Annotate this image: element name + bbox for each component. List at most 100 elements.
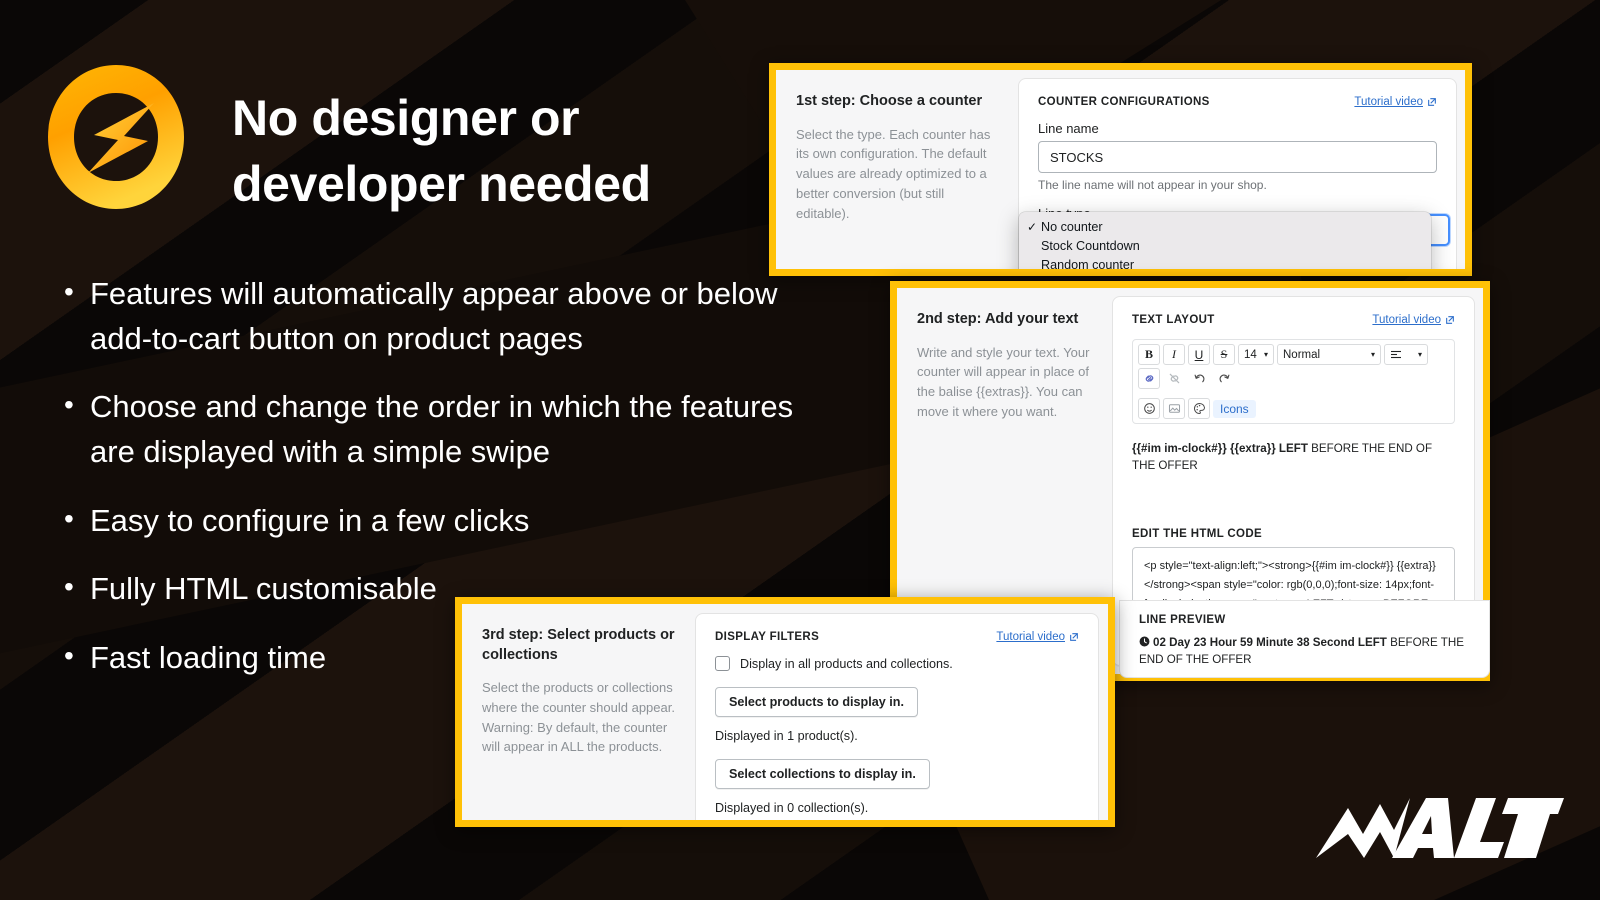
tutorial-link-text: Tutorial video: [1354, 96, 1423, 108]
dropdown-option-label: No counter: [1041, 219, 1103, 234]
preview-bold-text: 02 Day 23 Hour 59 Minute 38 Second LEFT: [1153, 636, 1387, 649]
bullet-marker: •: [64, 571, 74, 603]
step3-title: 3rd step: Select products or collections: [482, 627, 675, 663]
line-name-value: STOCKS: [1050, 149, 1104, 165]
headline-line-1: No designer or: [232, 90, 580, 146]
dropdown-option-random-counter[interactable]: Random counter: [1019, 255, 1431, 270]
counter-configurations-card: COUNTER CONFIGURATIONS Tutorial video Li…: [1018, 78, 1457, 269]
editor-bold-text: {{#im im-clock#}} {{extra}} LEFT: [1132, 442, 1308, 455]
display-filters-card: DISPLAY FILTERS Tutorial video Display i…: [695, 613, 1099, 820]
chevron-down-icon: ▾: [1370, 350, 1375, 359]
toolbar-row-break: [1138, 392, 1449, 395]
step1-panel: 1st step: Choose a counter Select the ty…: [769, 63, 1472, 276]
link-icon: [1145, 375, 1153, 382]
edit-html-label: EDIT THE HTML CODE: [1132, 528, 1263, 540]
text-layout-label: TEXT LAYOUT: [1132, 314, 1215, 326]
products-count-text: Displayed in 1 product(s).: [715, 729, 858, 743]
tutorial-video-link-step3[interactable]: Tutorial video: [996, 631, 1079, 643]
underline-button[interactable]: U: [1188, 344, 1210, 365]
icons-button[interactable]: Icons: [1213, 399, 1256, 418]
font-size-value: 14: [1244, 348, 1257, 361]
bullet-text: Features will automatically appear above…: [90, 276, 778, 356]
image-icon: [1168, 404, 1180, 413]
dropdown-option-stock-countdown[interactable]: Stock Countdown: [1019, 236, 1431, 255]
step2-title: 2nd step: Add your text: [917, 311, 1079, 327]
display-all-checkbox-label: Display in all products and collections.: [740, 656, 953, 671]
rich-text-toolbar[interactable]: B I U S 14 ▾ Normal ▾ ▾ Icons: [1132, 339, 1455, 424]
text-color-button[interactable]: [1188, 398, 1210, 419]
paragraph-style-value: Normal: [1283, 348, 1321, 361]
undo-icon: [1194, 374, 1204, 383]
external-link-icon: [1428, 98, 1436, 106]
external-link-icon: [1446, 316, 1454, 324]
strikethrough-button[interactable]: S: [1213, 344, 1235, 365]
emoji-icon: [1143, 403, 1155, 414]
bullet-text: Easy to configure in a few clicks: [90, 502, 530, 538]
emoji-button[interactable]: [1138, 398, 1160, 419]
unlink-icon: [1169, 373, 1179, 384]
chevron-down-icon: ▾: [1417, 350, 1422, 359]
insert-image-button[interactable]: [1163, 398, 1185, 419]
step1-title: 1st step: Choose a counter: [796, 93, 983, 109]
step2-description: Write and style your text. Your counter …: [917, 344, 1090, 419]
bullet-marker: •: [64, 276, 74, 307]
external-link-icon: [1070, 633, 1078, 641]
clock-icon: [1139, 636, 1150, 647]
step3-panel: 3rd step: Select products or collections…: [455, 597, 1115, 827]
chevron-down-icon: ▾: [1263, 350, 1268, 359]
step1-sidebar: 1st step: Choose a counter Select the ty…: [776, 70, 1018, 269]
line-name-input[interactable]: STOCKS: [1038, 141, 1437, 173]
dropdown-option-no-counter[interactable]: ✓ No counter: [1019, 217, 1431, 236]
tutorial-video-link-step1[interactable]: Tutorial video: [1354, 96, 1437, 108]
bullet-marker: •: [64, 389, 74, 421]
step3-panel-inner: 3rd step: Select products or collections…: [462, 604, 1108, 820]
tutorial-link-text: Tutorial video: [996, 631, 1065, 643]
display-all-checkbox[interactable]: [715, 656, 730, 671]
display-filters-label: DISPLAY FILTERS: [715, 631, 820, 643]
lightning-circle-logo-icon: [48, 65, 184, 209]
text-layout-header: TEXT LAYOUT Tutorial video: [1132, 314, 1455, 326]
align-left-icon: [1391, 350, 1401, 358]
dropdown-option-label: Random counter: [1041, 257, 1135, 270]
color-palette-icon: [1193, 402, 1205, 415]
check-icon: ✓: [1027, 219, 1038, 234]
collections-count-text: Displayed in 0 collection(s).: [715, 801, 869, 815]
line-preview-card: LINE PREVIEW 02 Day 23 Hour 59 Minute 38…: [1119, 600, 1490, 678]
list-item: • Easy to configure in a few clicks: [64, 499, 804, 544]
select-products-button[interactable]: Select products to display in.: [715, 687, 918, 717]
link-button[interactable]: [1138, 368, 1160, 389]
tutorial-video-link-step2[interactable]: Tutorial video: [1372, 314, 1455, 326]
text-align-select[interactable]: ▾: [1384, 344, 1428, 365]
redo-button[interactable]: [1213, 368, 1235, 389]
italic-button[interactable]: I: [1163, 344, 1185, 365]
slide-canvas: No designer or developer needed • Featur…: [0, 0, 1600, 900]
bold-button[interactable]: B: [1138, 344, 1160, 365]
tutorial-link-text: Tutorial video: [1372, 314, 1441, 326]
step1-panel-inner: 1st step: Choose a counter Select the ty…: [776, 70, 1465, 269]
headline-line-2: developer needed: [232, 156, 651, 212]
line-name-help: The line name will not appear in your sh…: [1038, 178, 1267, 192]
undo-button[interactable]: [1188, 368, 1210, 389]
display-all-checkbox-row[interactable]: Display in all products and collections.: [715, 656, 1079, 671]
line-preview-label: LINE PREVIEW: [1139, 614, 1226, 626]
step3-sidebar: 3rd step: Select products or collections…: [462, 604, 695, 820]
step1-description: Select the type. Each counter has its ow…: [796, 126, 991, 221]
line-preview-text: 02 Day 23 Hour 59 Minute 38 Second LEFT …: [1139, 635, 1470, 669]
list-item: • Choose and change the order in which t…: [64, 385, 804, 474]
counter-config-header: COUNTER CONFIGURATIONS Tutorial video: [1038, 96, 1437, 108]
display-filters-header: DISPLAY FILTERS Tutorial video: [715, 631, 1079, 643]
counter-config-label: COUNTER CONFIGURATIONS: [1038, 96, 1210, 108]
waltt-wordmark-logo: [1316, 798, 1564, 858]
paragraph-style-select[interactable]: Normal ▾: [1277, 344, 1381, 365]
font-size-select[interactable]: 14 ▾: [1238, 344, 1274, 365]
text-editor-content[interactable]: {{#im im-clock#}} {{extra}} LEFT BEFORE …: [1132, 440, 1455, 528]
list-item: • Features will automatically appear abo…: [64, 272, 804, 361]
redo-icon: [1219, 374, 1229, 383]
dropdown-option-label: Stock Countdown: [1041, 238, 1140, 253]
bullet-text: Choose and change the order in which the…: [90, 389, 794, 469]
unlink-button[interactable]: [1163, 368, 1185, 389]
select-collections-button[interactable]: Select collections to display in.: [715, 759, 930, 789]
brand-header: No designer or developer needed: [36, 57, 662, 217]
line-type-dropdown-menu[interactable]: ✓ No counter Stock Countdown Random coun…: [1019, 212, 1431, 269]
bullet-marker: •: [64, 502, 74, 534]
